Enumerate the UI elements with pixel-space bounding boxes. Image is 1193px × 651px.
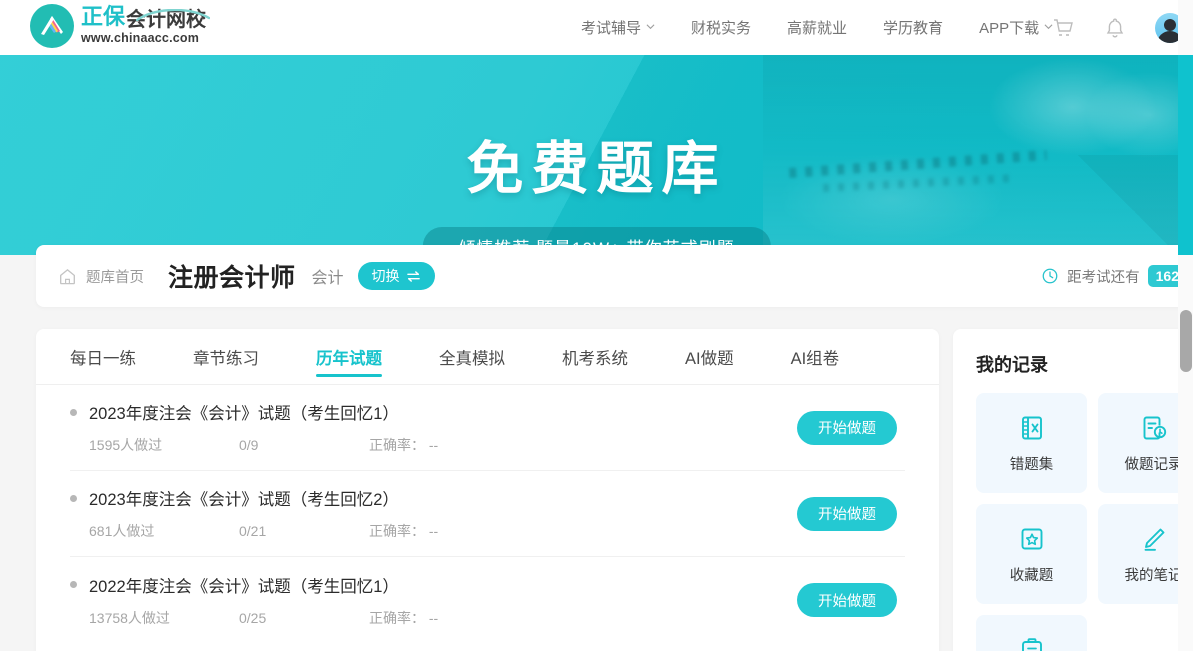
exam-progress: 0/21 (239, 523, 267, 539)
exam-title-row: 2023年度注会《会计》试题（考生回忆2） (70, 486, 905, 510)
logo-brand-kuaiji: 会计网校 (126, 7, 207, 32)
nav-item-3[interactable]: 学历教育 (865, 0, 961, 55)
chevron-down-icon (646, 24, 655, 30)
page-title: 注册会计师 (168, 263, 296, 292)
exam-accuracy-rate: 正确率： -- (369, 437, 439, 453)
page-root: 正保 会计网校 www.chinaacc.com 考试辅导 财税实务 高薪就业 … (0, 0, 1193, 651)
logo-wordmark: 正保 会计网校 www.chinaacc.com (81, 7, 206, 45)
history-record-icon (1143, 416, 1166, 439)
bell-icon[interactable] (1103, 16, 1127, 40)
swap-arrows-icon (406, 270, 420, 282)
sidebar-item-wrong-questions[interactable]: 错题集 (976, 393, 1087, 493)
breadcrumb-home-link[interactable]: 题库首页 (86, 266, 144, 287)
pencil-note-icon (1144, 528, 1164, 551)
exam-users-count: 1595人做过 (89, 437, 163, 453)
cart-icon[interactable] (1051, 16, 1075, 40)
exam-title-row: 2022年度注会《会计》试题（考生回忆1） (70, 573, 905, 597)
nav-item-label-2: 高薪就业 (787, 20, 848, 37)
page-scrollbar-thumb[interactable] (1180, 310, 1192, 372)
tab-chapter-practice[interactable]: 章节练习 (193, 329, 259, 385)
table-row[interactable]: 2023年度注会《会计》试题（考生回忆1） 1595人做过 0/9 正确率： -… (70, 385, 905, 471)
clipboard-report-icon (1021, 637, 1042, 651)
exam-content-card: 每日一练 章节练习 历年试题 全真模拟 机考系统 AI做题 AI组卷 2023年… (36, 329, 939, 651)
header-action-icons (1051, 0, 1193, 55)
start-practice-button[interactable]: 开始做题 (797, 583, 897, 617)
tab-label-5: AI做题 (685, 349, 734, 368)
nav-item-2[interactable]: 高薪就业 (769, 0, 865, 55)
subject-name: 会计 (311, 270, 344, 287)
sidebar-item-label: 收藏题 (1009, 567, 1054, 584)
logo-url: www.chinaacc.com (81, 31, 200, 46)
bullet-dot-icon (70, 494, 77, 502)
hero-title: 免费题库 (466, 136, 727, 202)
exam-accuracy-rate: 正确率： -- (369, 523, 439, 539)
star-bookmark-icon (1021, 528, 1042, 549)
exam-users-count: 13758人做过 (89, 609, 170, 626)
book-logo-icon (30, 4, 74, 48)
exam-title: 2022年度注会《会计》试题（考生回忆1） (89, 577, 399, 596)
tab-ai-practice[interactable]: AI做题 (685, 329, 734, 385)
exam-accuracy-rate: 正确率： -- (369, 609, 439, 626)
tab-label-6: AI组卷 (790, 349, 840, 368)
nav-item-1[interactable]: 财税实务 (673, 0, 769, 55)
tab-label-0: 每日一练 (70, 349, 136, 368)
nav-item-0[interactable]: 考试辅导 (563, 0, 673, 55)
nav-item-label-1: 财税实务 (691, 20, 752, 37)
table-row[interactable]: 2023年度注会《会计》试题（考生回忆2） 681人做过 0/21 正确率： -… (70, 471, 905, 557)
sidebar-item-practice-report[interactable]: 做题报告 (976, 615, 1087, 651)
countdown-label: 距考试还有 (1067, 269, 1140, 286)
practice-type-tabs: 每日一练 章节练习 历年试题 全真模拟 机考系统 AI做题 AI组卷 (36, 329, 939, 385)
tab-label-3: 全真模拟 (439, 349, 505, 368)
tab-label-2: 历年试题 (316, 349, 382, 368)
sidebar-item-label: 我的笔记 (1124, 567, 1183, 584)
exam-progress: 0/25 (239, 609, 267, 626)
wrong-question-book-icon (1021, 416, 1042, 439)
scrollbar-hero-backdrop (1178, 55, 1193, 255)
exam-countdown: 距考试还有 162 (1041, 245, 1193, 307)
page-scrollbar-track[interactable] (1178, 0, 1193, 651)
nav-item-label-0: 考试辅导 (581, 20, 642, 37)
sidebar-title: 我的记录 (976, 355, 1048, 376)
logo-brand-zhengbao: 正保 (81, 5, 126, 31)
exam-users-count: 681人做过 (89, 523, 155, 539)
tab-computer-exam-system[interactable]: 机考系统 (562, 329, 628, 385)
main-menu: 考试辅导 财税实务 高薪就业 学历教育 APP下载 (563, 0, 1071, 55)
sidebar-item-label: 错题集 (1009, 456, 1054, 473)
exam-progress: 0/9 (239, 437, 259, 453)
home-icon[interactable] (58, 267, 77, 286)
start-practice-button[interactable]: 开始做题 (797, 496, 897, 531)
bullet-dot-icon (70, 408, 77, 416)
sidebar-item-favorites[interactable]: 收藏题 (976, 504, 1087, 604)
tab-full-mock[interactable]: 全真模拟 (439, 329, 505, 385)
table-row[interactable]: 2022年度注会《会计》试题（考生回忆1） 13758人做过 0/25 正确率：… (70, 557, 905, 643)
nav-item-label-4: APP下载 (979, 20, 1040, 37)
top-navigation-bar: 正保 会计网校 www.chinaacc.com 考试辅导 财税实务 高薪就业 … (0, 0, 1193, 55)
site-logo[interactable]: 正保 会计网校 www.chinaacc.com (30, 4, 210, 48)
tab-ai-paper-builder[interactable]: AI组卷 (791, 329, 840, 385)
exam-meta-row: 1595人做过 0/9 正确率： -- (70, 435, 905, 455)
hero-banner: 免费题库 倾情推荐 题量10W+ 带你花式刷题 (0, 55, 1193, 255)
sidebar-item-label: 做题记录 (1124, 456, 1183, 473)
tab-past-papers[interactable]: 历年试题 (316, 329, 382, 385)
exam-paper-list: 2023年度注会《会计》试题（考生回忆1） 1595人做过 0/9 正确率： -… (36, 385, 939, 643)
exam-title: 2023年度注会《会计》试题（考生回忆2） (89, 491, 399, 509)
tab-daily-practice[interactable]: 每日一练 (70, 329, 136, 385)
switch-button-label: 切换 (371, 268, 400, 284)
exam-title-row: 2023年度注会《会计》试题（考生回忆1） (70, 400, 905, 424)
tab-label-1: 章节练习 (193, 349, 259, 368)
tab-label-4: 机考系统 (562, 349, 628, 368)
exam-meta-row: 681人做过 0/21 正确率： -- (70, 521, 905, 541)
nav-item-label-3: 学历教育 (883, 20, 944, 37)
clock-icon (1042, 268, 1058, 284)
switch-subject-button[interactable]: 切换 (357, 262, 435, 290)
bullet-dot-icon (70, 581, 77, 588)
sidebar-tile-grid: 错题集 做题记录 收藏题 我的笔记 (953, 377, 1193, 651)
exam-meta-row: 13758人做过 0/25 正确率： -- (70, 608, 905, 628)
exam-title: 2023年度注会《会计》试题（考生回忆1） (89, 405, 399, 423)
start-practice-button[interactable]: 开始做题 (797, 410, 897, 445)
subject-title-bar: 题库首页 注册会计师 会计 切换 距考试还有 162 (36, 245, 1193, 307)
my-records-panel: 我的记录 错题集 做题记录 收藏题 我的笔记 (953, 329, 1193, 651)
